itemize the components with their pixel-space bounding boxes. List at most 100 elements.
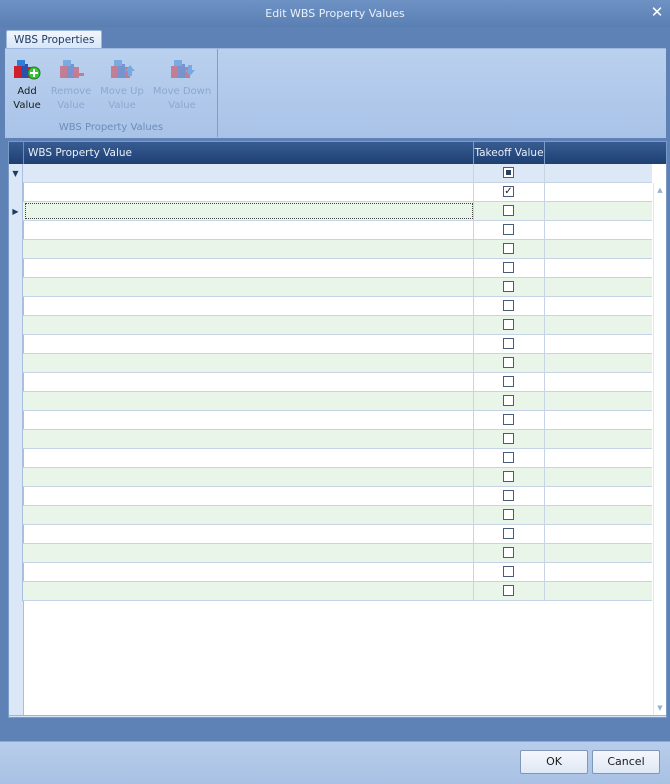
table-row[interactable] [9, 354, 652, 373]
current-row-indicator-icon[interactable]: ▶ [9, 202, 23, 221]
takeoff-value-checkbox[interactable] [503, 414, 514, 425]
wbs-property-value-cell[interactable] [23, 392, 474, 410]
row-indicator[interactable] [9, 411, 23, 430]
scroll-down-icon[interactable]: ▼ [654, 702, 666, 714]
takeoff-value-checkbox[interactable] [503, 357, 514, 368]
table-row[interactable] [9, 582, 652, 601]
cancel-button[interactable]: Cancel [592, 750, 660, 774]
takeoff-value-checkbox[interactable] [503, 585, 514, 596]
tab-wbs-properties[interactable]: WBS Properties [6, 30, 103, 49]
wbs-property-value-cell[interactable] [23, 506, 474, 524]
wbs-property-value-cell[interactable] [23, 487, 474, 505]
wbs-property-value-cell[interactable] [23, 525, 474, 543]
row-indicator[interactable] [9, 221, 23, 240]
table-row[interactable] [9, 297, 652, 316]
table-row[interactable] [9, 240, 652, 259]
vertical-scrollbar[interactable]: ▲ ▼ [653, 183, 666, 715]
wbs-property-value-cell[interactable] [23, 335, 474, 353]
table-row[interactable] [9, 221, 652, 240]
wbs-values-grid[interactable]: WBS Property Value Takeoff Value ▼ ✓ ▶ ▲ … [8, 141, 667, 718]
row-indicator[interactable] [9, 487, 23, 506]
takeoff-value-checkbox[interactable] [503, 300, 514, 311]
wbs-property-value-cell[interactable] [23, 430, 474, 448]
wbs-property-value-cell[interactable] [23, 582, 474, 600]
takeoff-value-cell[interactable] [474, 240, 545, 258]
table-row[interactable] [9, 430, 652, 449]
table-row[interactable] [9, 468, 652, 487]
row-indicator[interactable] [9, 373, 23, 392]
takeoff-value-checkbox[interactable] [503, 243, 514, 254]
move-up-value-button[interactable]: Move Up Value [98, 57, 146, 113]
wbs-property-value-cell[interactable] [23, 240, 474, 258]
takeoff-value-cell[interactable] [474, 259, 545, 277]
takeoff-value-checkbox[interactable] [503, 528, 514, 539]
takeoff-value-checkbox[interactable] [503, 433, 514, 444]
row-indicator[interactable] [9, 278, 23, 297]
wbs-property-value-cell[interactable] [23, 278, 474, 296]
takeoff-value-cell[interactable] [474, 392, 545, 410]
wbs-property-value-cell[interactable] [23, 183, 474, 201]
row-indicator[interactable] [9, 259, 23, 278]
wbs-property-value-cell[interactable] [23, 259, 474, 277]
filter-icon[interactable]: ▼ [9, 164, 23, 183]
table-row[interactable] [9, 563, 652, 582]
takeoff-value-checkbox[interactable] [503, 471, 514, 482]
scroll-up-icon[interactable]: ▲ [654, 184, 666, 196]
table-row[interactable] [9, 373, 652, 392]
wbs-property-value-cell[interactable] [23, 411, 474, 429]
row-indicator[interactable] [9, 582, 23, 601]
takeoff-value-cell[interactable] [474, 544, 545, 562]
table-row[interactable] [9, 392, 652, 411]
filter-cell-value[interactable] [23, 164, 474, 182]
column-header-wbs-property-value[interactable]: WBS Property Value [23, 142, 474, 164]
takeoff-value-cell[interactable] [474, 316, 545, 334]
row-indicator[interactable] [9, 525, 23, 544]
table-row[interactable] [9, 487, 652, 506]
table-row[interactable] [9, 278, 652, 297]
wbs-property-value-cell[interactable] [23, 544, 474, 562]
row-indicator[interactable] [9, 392, 23, 411]
row-indicator[interactable] [9, 468, 23, 487]
table-row[interactable]: ✓ [9, 183, 652, 202]
takeoff-value-checkbox[interactable]: ✓ [503, 186, 514, 197]
takeoff-value-checkbox[interactable] [503, 547, 514, 558]
takeoff-value-checkbox[interactable] [503, 490, 514, 501]
wbs-property-value-cell[interactable] [23, 449, 474, 467]
row-indicator[interactable] [9, 240, 23, 259]
takeoff-value-cell[interactable] [474, 297, 545, 315]
takeoff-value-cell[interactable] [474, 563, 545, 581]
move-down-value-button[interactable]: Move Down Value [151, 57, 213, 113]
table-row[interactable] [9, 259, 652, 278]
wbs-property-value-cell[interactable] [23, 354, 474, 372]
takeoff-value-checkbox[interactable] [503, 262, 514, 273]
row-indicator[interactable] [9, 449, 23, 468]
row-indicator[interactable] [9, 544, 23, 563]
row-indicator[interactable] [9, 316, 23, 335]
wbs-property-value-cell[interactable] [23, 297, 474, 315]
row-indicator[interactable] [9, 183, 23, 202]
row-indicator[interactable] [9, 335, 23, 354]
takeoff-value-checkbox[interactable] [503, 566, 514, 577]
row-indicator[interactable] [9, 430, 23, 449]
takeoff-value-checkbox[interactable] [503, 452, 514, 463]
takeoff-value-cell[interactable] [474, 468, 545, 486]
takeoff-value-cell[interactable] [474, 335, 545, 353]
column-header-takeoff-value[interactable]: Takeoff Value [474, 142, 545, 164]
takeoff-value-checkbox[interactable] [503, 205, 514, 216]
table-row[interactable] [9, 335, 652, 354]
ok-button[interactable]: OK [520, 750, 588, 774]
takeoff-value-cell[interactable] [474, 354, 545, 372]
takeoff-value-checkbox[interactable] [503, 509, 514, 520]
takeoff-value-checkbox[interactable] [503, 281, 514, 292]
takeoff-value-checkbox[interactable] [503, 376, 514, 387]
takeoff-value-cell[interactable] [474, 582, 545, 600]
row-indicator[interactable] [9, 297, 23, 316]
takeoff-value-checkbox[interactable] [503, 338, 514, 349]
filter-takeoff-checkbox[interactable] [503, 167, 514, 178]
filter-cell-takeoff[interactable] [474, 164, 545, 182]
takeoff-value-cell[interactable] [474, 449, 545, 467]
takeoff-value-cell[interactable] [474, 221, 545, 239]
takeoff-value-cell[interactable] [474, 278, 545, 296]
table-row[interactable]: ▶ [9, 202, 652, 221]
wbs-property-value-cell[interactable] [23, 316, 474, 334]
